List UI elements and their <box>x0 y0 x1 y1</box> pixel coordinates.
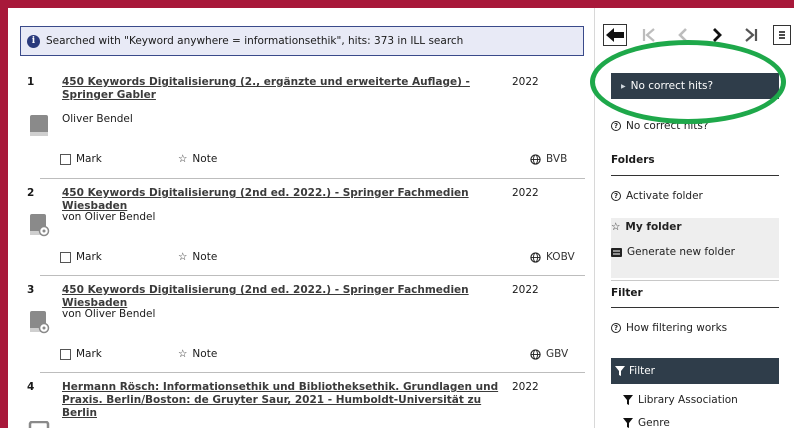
back-button[interactable] <box>603 24 627 46</box>
note-label: Note <box>192 153 218 165</box>
info-icon: i <box>27 34 40 48</box>
skip-last-icon <box>745 28 758 42</box>
generate-folder-label: Generate new folder <box>627 246 735 258</box>
my-folder-link[interactable]: ☆ My folder <box>611 221 682 233</box>
funnel-icon <box>615 366 625 376</box>
generate-folder-link[interactable]: Generate new folder <box>611 246 735 258</box>
note-label: Note <box>192 251 218 263</box>
result-author: von Oliver Bendel <box>62 308 156 320</box>
mark-label: Mark <box>76 153 102 165</box>
result-title-link[interactable]: 450 Keywords Digitalisierung (2., ergänz… <box>62 76 492 102</box>
folders-heading: Folders <box>611 154 655 166</box>
checkbox-icon[interactable] <box>60 348 71 360</box>
source-network: KOBV <box>530 251 575 263</box>
star-icon: ☆ <box>178 251 188 263</box>
source-label: GBV <box>546 348 569 360</box>
result-author: Oliver Bendel <box>62 113 133 125</box>
how-filtering-link[interactable]: ? How filtering works <box>611 322 727 334</box>
note-button[interactable]: ☆ Note <box>178 251 217 263</box>
checkbox-icon[interactable] <box>60 153 71 165</box>
checkbox-icon[interactable] <box>60 251 71 263</box>
book-icon <box>30 115 48 136</box>
globe-icon <box>530 348 541 360</box>
result-year: 2022 <box>512 381 539 393</box>
question-icon: ? <box>611 121 621 131</box>
funnel-icon <box>623 395 633 405</box>
folders-divider <box>611 175 779 176</box>
book-icon <box>28 421 50 428</box>
result-number: 3 <box>27 284 35 296</box>
note-button[interactable]: ☆ Note <box>178 348 217 360</box>
result-divider <box>40 178 585 179</box>
star-icon: ☆ <box>178 348 188 360</box>
activate-folder-label: Activate folder <box>626 190 703 202</box>
result-divider <box>40 372 585 373</box>
how-filtering-label: How filtering works <box>626 322 728 334</box>
result-author: von Oliver Bendel <box>62 211 156 223</box>
filter-item-label: Genre <box>638 417 670 428</box>
question-icon: ? <box>611 191 621 201</box>
detail-view-button[interactable] <box>773 25 791 45</box>
filter-divider <box>611 307 779 308</box>
highlight-annotation <box>590 40 786 124</box>
filter-item-label: Library Association <box>638 394 738 406</box>
filter-heading: Filter <box>611 287 643 299</box>
result-title-link[interactable]: 450 Keywords Digitalisierung (2nd ed. 20… <box>62 284 522 310</box>
folder-new-icon <box>611 247 622 257</box>
last-result-button[interactable] <box>739 24 763 46</box>
source-network: BVB <box>530 153 567 165</box>
source-label: BVB <box>546 153 568 165</box>
filter-genre[interactable]: Genre <box>623 417 670 428</box>
document-list-icon <box>779 31 785 39</box>
result-year: 2022 <box>512 284 539 296</box>
arrow-left-icon <box>606 28 624 42</box>
result-number: 4 <box>27 381 35 393</box>
filter-bar-label: Filter <box>629 365 656 377</box>
globe-icon <box>530 153 541 165</box>
mark-checkbox[interactable]: Mark <box>60 251 102 263</box>
star-icon: ☆ <box>178 153 188 165</box>
result-divider <box>40 275 585 276</box>
star-icon: ☆ <box>611 221 621 233</box>
mark-checkbox[interactable]: Mark <box>60 348 102 360</box>
mark-label: Mark <box>76 251 102 263</box>
result-number: 2 <box>27 187 35 199</box>
globe-icon <box>530 251 541 263</box>
skip-first-icon <box>642 28 655 42</box>
result-year: 2022 <box>512 187 539 199</box>
note-label: Note <box>192 348 218 360</box>
activate-folder-link[interactable]: ? Activate folder <box>611 190 703 202</box>
result-number: 1 <box>27 76 35 88</box>
search-info-bar: i Searched with "Keyword anywhere = info… <box>20 26 584 56</box>
ebook-icon <box>30 311 50 334</box>
filter-library-association[interactable]: Library Association <box>623 394 738 406</box>
folder-divider <box>611 280 779 281</box>
question-icon: ? <box>611 323 621 333</box>
filter-toggle[interactable]: Filter <box>611 358 779 384</box>
mark-checkbox[interactable]: Mark <box>60 153 102 165</box>
source-label: KOBV <box>546 251 575 263</box>
my-folder-label: My folder <box>625 221 682 233</box>
funnel-icon <box>623 418 633 428</box>
source-network: GBV <box>530 348 568 360</box>
search-info-text: Searched with "Keyword anywhere = inform… <box>46 35 464 47</box>
note-button[interactable]: ☆ Note <box>178 153 217 165</box>
result-title-link[interactable]: 450 Keywords Digitalisierung (2nd ed. 20… <box>62 187 522 213</box>
result-year: 2022 <box>512 76 539 88</box>
ebook-icon <box>30 214 50 237</box>
result-title-link[interactable]: Hermann Rösch: Informationsethik und Bib… <box>62 381 507 420</box>
mark-label: Mark <box>76 348 102 360</box>
